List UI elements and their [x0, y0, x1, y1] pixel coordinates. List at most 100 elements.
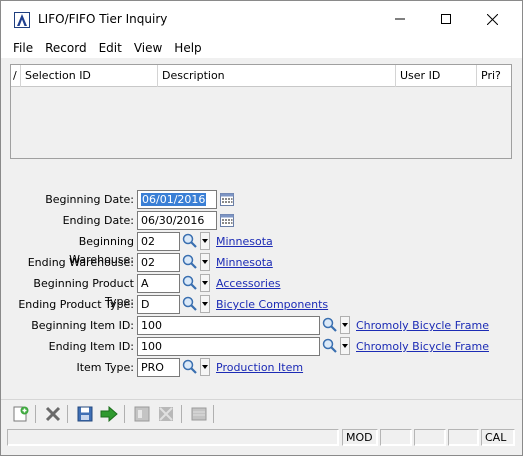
delete-icon	[45, 406, 61, 422]
beginning-item-id-link[interactable]: Chromoly Bicycle Frame	[356, 317, 489, 335]
item-type-field[interactable]: PRO	[137, 358, 180, 377]
menu-help[interactable]: Help	[168, 41, 207, 55]
menu-file[interactable]: File	[7, 41, 39, 55]
search-icon	[182, 233, 197, 248]
grid-header: / Selection ID Description User ID Pri?	[11, 65, 511, 87]
calendar-icon	[220, 193, 234, 206]
item-type-link[interactable]: Production Item	[216, 359, 303, 377]
minimize-icon	[395, 18, 405, 20]
lookup-button[interactable]	[181, 232, 199, 250]
minimize-button[interactable]	[377, 1, 423, 37]
column-header-selection-id[interactable]: Selection ID	[21, 65, 158, 87]
search-icon	[182, 296, 197, 311]
selection-grid[interactable]: / Selection ID Description User ID Pri?	[10, 64, 512, 159]
grid-row-marker: /	[11, 65, 21, 87]
save-button[interactable]	[75, 404, 95, 424]
menu-record[interactable]: Record	[39, 41, 92, 55]
toolbar-separator	[124, 405, 125, 423]
save-icon	[77, 406, 93, 422]
status-panel	[414, 429, 446, 446]
chevron-down-icon	[202, 302, 208, 306]
search-icon	[322, 317, 337, 332]
dropdown-button[interactable]	[200, 358, 210, 376]
lookup-button[interactable]	[181, 295, 199, 313]
dropdown-button[interactable]	[200, 295, 210, 313]
maximize-icon	[441, 14, 451, 24]
run-icon	[100, 406, 118, 422]
ending-warehouse-field[interactable]: 02	[137, 253, 180, 272]
grid-disabled-icon	[159, 407, 173, 421]
ending-item-id-link[interactable]: Chromoly Bicycle Frame	[356, 338, 489, 356]
panel-button	[189, 404, 209, 424]
lookup-button[interactable]	[181, 274, 199, 292]
ending-date-label: Ending Date:	[62, 214, 134, 227]
calendar-icon	[220, 214, 234, 227]
lookup-button[interactable]	[321, 316, 339, 334]
window-title: LIFO/FIFO Tier Inquiry	[38, 12, 168, 26]
dropdown-button[interactable]	[200, 274, 210, 292]
close-button[interactable]	[469, 1, 515, 37]
status-mod-panel: MOD	[342, 429, 378, 446]
new-record-button[interactable]	[11, 404, 31, 424]
ending-warehouse-link[interactable]: Minnesota	[216, 254, 273, 272]
view-disabled-icon	[134, 406, 150, 422]
search-icon	[322, 338, 337, 353]
beginning-date-label: Beginning Date:	[45, 193, 134, 206]
close-icon	[486, 13, 498, 25]
chevron-down-icon	[202, 260, 208, 264]
dropdown-button[interactable]	[200, 253, 210, 271]
column-header-user-id[interactable]: User ID	[396, 65, 477, 87]
view-button	[132, 404, 152, 424]
dropdown-button[interactable]	[200, 232, 210, 250]
menu-edit[interactable]: Edit	[93, 41, 128, 55]
item-type-label: Item Type:	[76, 361, 134, 374]
chevron-down-icon	[342, 344, 348, 348]
maximize-button[interactable]	[423, 1, 469, 37]
toolbar-separator	[213, 405, 214, 423]
toolbar-separator	[67, 405, 68, 423]
lookup-button[interactable]	[181, 358, 199, 376]
beginning-item-id-field[interactable]: 100	[137, 316, 320, 335]
beginning-date-field[interactable]: 06/01/2016	[137, 190, 217, 209]
beginning-item-id-label: Beginning Item ID:	[31, 319, 134, 332]
beginning-product-type-link[interactable]: Accessories	[216, 275, 280, 293]
beginning-warehouse-field[interactable]: 02	[137, 232, 180, 251]
sage-logo-icon	[14, 12, 30, 28]
chevron-down-icon	[342, 323, 348, 327]
ending-warehouse-label: Ending Warehouse:	[27, 256, 134, 269]
application-window: LIFO/FIFO Tier Inquiry File Record Edit …	[0, 0, 523, 456]
status-cal-panel: CAL	[481, 429, 515, 446]
lookup-button[interactable]	[181, 253, 199, 271]
ending-item-id-label: Ending Item ID:	[48, 340, 134, 353]
ending-date-field[interactable]: 06/30/2016	[137, 211, 217, 230]
toolbar-separator	[181, 405, 182, 423]
beginning-product-type-field[interactable]: A	[137, 274, 180, 293]
proceed-button[interactable]	[99, 404, 119, 424]
ending-product-type-link[interactable]: Bicycle Components	[216, 296, 328, 314]
menu-view[interactable]: View	[128, 41, 168, 55]
search-icon	[182, 275, 197, 290]
column-header-primary[interactable]: Pri?	[477, 65, 511, 87]
new-record-icon	[13, 406, 29, 422]
chevron-down-icon	[202, 281, 208, 285]
ending-product-type-label: Ending Product Type:	[18, 298, 134, 311]
status-panel	[448, 429, 479, 446]
menu-bar: File Record Edit View Help	[1, 37, 522, 58]
dropdown-button[interactable]	[340, 337, 350, 355]
status-message-panel	[7, 429, 339, 446]
delete-button[interactable]	[43, 404, 63, 424]
ending-item-id-field[interactable]: 100	[137, 337, 320, 356]
search-icon	[182, 254, 197, 269]
beginning-warehouse-link[interactable]: Minnesota	[216, 233, 273, 251]
calendar-button[interactable]	[218, 211, 236, 229]
status-panel	[380, 429, 412, 446]
toolbar	[1, 399, 522, 427]
status-bar: MOD CAL	[1, 427, 522, 447]
title-bar[interactable]: LIFO/FIFO Tier Inquiry	[1, 1, 522, 37]
dropdown-button[interactable]	[340, 316, 350, 334]
calendar-button[interactable]	[218, 190, 236, 208]
chevron-down-icon	[202, 239, 208, 243]
column-header-description[interactable]: Description	[158, 65, 396, 87]
ending-product-type-field[interactable]: D	[137, 295, 180, 314]
lookup-button[interactable]	[321, 337, 339, 355]
